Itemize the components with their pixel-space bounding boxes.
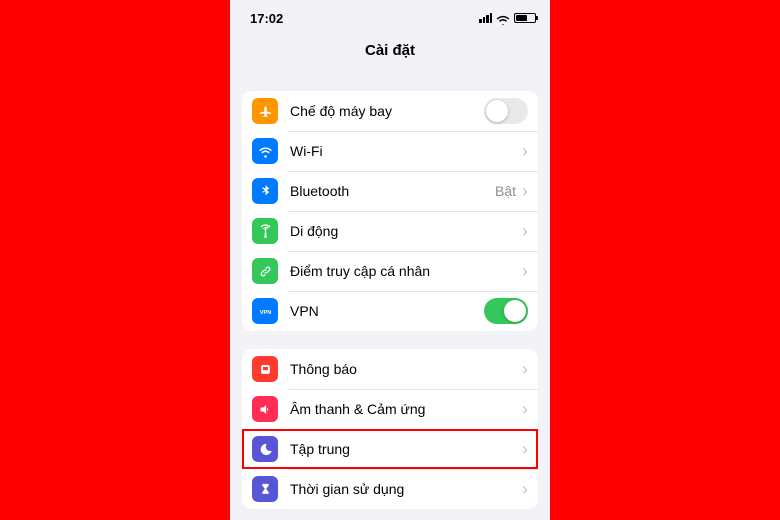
settings-content: Chế độ máy bayWi-Fi›BluetoothBật›Di động… <box>230 73 550 520</box>
row-label: Bluetooth <box>290 183 495 199</box>
wifi-status-icon <box>496 13 510 23</box>
row-label: Tập trung <box>290 441 522 457</box>
chevron-right-icon: › <box>522 479 528 500</box>
chevron-right-icon: › <box>522 439 528 460</box>
settings-row-notifications[interactable]: Thông báo› <box>242 349 538 389</box>
settings-row-sounds[interactable]: Âm thanh & Cảm ứng› <box>242 389 538 429</box>
settings-row-screentime[interactable]: Thời gian sử dụng› <box>242 469 538 509</box>
svg-text:VPN: VPN <box>259 310 271 316</box>
antenna-icon <box>252 218 278 244</box>
settings-group: Chế độ máy bayWi-Fi›BluetoothBật›Di động… <box>242 91 538 331</box>
settings-row-vpn[interactable]: VPN VPN <box>242 291 538 331</box>
phone-frame: 17:02 Cài đặt Chế độ máy bayWi-Fi›Blueto… <box>230 0 550 520</box>
settings-row-wifi[interactable]: Wi-Fi› <box>242 131 538 171</box>
settings-row-airplane[interactable]: Chế độ máy bay <box>242 91 538 131</box>
chevron-right-icon: › <box>522 399 528 420</box>
vpn-toggle[interactable] <box>484 298 528 324</box>
settings-row-hotspot[interactable]: Điểm truy cập cá nhân› <box>242 251 538 291</box>
wifi-icon <box>252 138 278 164</box>
battery-icon <box>514 13 536 23</box>
hourglass-icon <box>252 476 278 502</box>
cellular-signal-icon <box>479 13 492 23</box>
speaker-icon <box>252 396 278 422</box>
chevron-right-icon: › <box>522 359 528 380</box>
status-bar: 17:02 <box>230 6 550 30</box>
link-icon <box>252 258 278 284</box>
page-title: Cài đặt <box>230 30 550 73</box>
status-right <box>479 13 536 23</box>
status-time: 17:02 <box>250 11 283 26</box>
chevron-right-icon: › <box>522 261 528 282</box>
airplane-icon <box>252 98 278 124</box>
moon-icon <box>252 436 278 462</box>
airplane-toggle[interactable] <box>484 98 528 124</box>
settings-row-focus[interactable]: Tập trung› <box>242 429 538 469</box>
bell-icon <box>252 356 278 382</box>
row-label: VPN <box>290 303 484 319</box>
vpn-icon: VPN <box>252 298 278 324</box>
settings-row-bluetooth[interactable]: BluetoothBật › <box>242 171 538 211</box>
settings-row-cellular[interactable]: Di động› <box>242 211 538 251</box>
row-label: Wi-Fi <box>290 143 522 159</box>
row-label: Âm thanh & Cảm ứng <box>290 401 522 417</box>
row-label: Chế độ máy bay <box>290 103 484 119</box>
row-detail: Bật <box>495 183 516 199</box>
row-label: Thời gian sử dụng <box>290 481 522 497</box>
chevron-right-icon: › <box>522 141 528 162</box>
row-label: Điểm truy cập cá nhân <box>290 263 522 279</box>
row-label: Thông báo <box>290 361 522 377</box>
bluetooth-icon <box>252 178 278 204</box>
row-label: Di động <box>290 223 522 239</box>
chevron-right-icon: › <box>522 221 528 242</box>
chevron-right-icon: › <box>522 181 528 202</box>
settings-group: Thông báo›Âm thanh & Cảm ứng›Tập trung›T… <box>242 349 538 509</box>
